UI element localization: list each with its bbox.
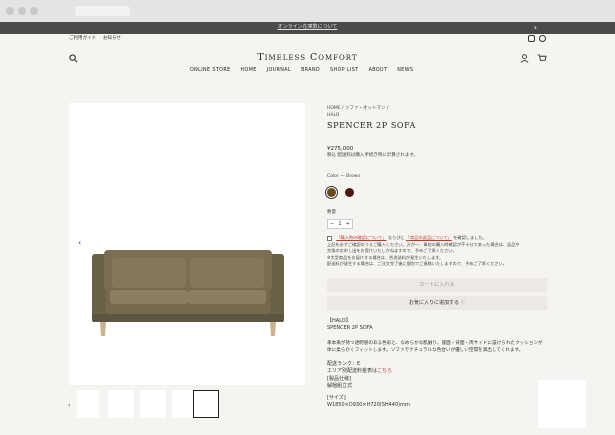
brand-name[interactable]: HALO <box>327 112 549 119</box>
search-icon[interactable] <box>69 54 78 65</box>
nav-item-home[interactable]: HOME <box>241 68 257 73</box>
gallery-prev-arrow-icon[interactable]: ‹ <box>78 238 81 247</box>
consent-mid-text: ならびに <box>386 235 406 240</box>
description-name: SPENCER 2P SOFA <box>327 325 373 331</box>
breadcrumb[interactable]: HOME / ソファ・オットマン / <box>327 105 549 112</box>
size-label: [サイズ] <box>327 394 346 401</box>
cart-icon[interactable] <box>537 54 547 65</box>
account-icon[interactable] <box>520 54 529 65</box>
thumbnail[interactable] <box>77 390 99 418</box>
add-to-cart-button[interactable]: カートに入れる <box>327 277 547 292</box>
window-maximize-dot[interactable] <box>30 7 38 15</box>
announcement-bar: オンライン在庫数について › <box>0 22 615 34</box>
description-line: 革本来が持つ透明感のある色彩と、なめらかな肌触り。座面・背面・両サイドに設けられ… <box>327 340 543 346</box>
delivery-area-text: エリア別配送料金表は <box>327 368 378 374</box>
instagram-icon[interactable] <box>528 35 535 42</box>
product-title: SPENCER 2P SOFA <box>327 121 416 130</box>
nav-item-news[interactable]: NEWS <box>397 68 413 73</box>
spec-value: 解梱組立式 <box>327 383 353 389</box>
nav-item-brand[interactable]: BRAND <box>301 68 320 73</box>
product-main-image[interactable] <box>69 103 305 385</box>
description-brand: 【HALO】 <box>327 317 351 324</box>
nav-item-shop-list[interactable]: SHOP LIST <box>330 68 359 73</box>
add-to-favorites-button[interactable]: お気に入りに追加する ♡ <box>327 295 547 310</box>
nav-item-about[interactable]: ABOUT <box>369 68 388 73</box>
swatch-dark-brown[interactable] <box>345 188 355 197</box>
color-label-row: Color — Brown <box>327 174 361 179</box>
consent-checkbox[interactable] <box>327 235 332 241</box>
main-nav: ONLINE STORE HOME JOURNAL BRAND SHOP LIS… <box>190 68 413 73</box>
consent-notice: 「購入時の確認について」 ならびに 「商品の返品について」 を確認しました。 上… <box>327 235 549 268</box>
quantity-stepper: − 1 + <box>327 219 353 229</box>
chat-widget[interactable] <box>538 380 586 428</box>
page: オンライン在庫数について › ご利用ガイド お知らせ Timeless Comf… <box>0 0 615 435</box>
news-link[interactable]: お知らせ <box>103 35 121 41</box>
guide-link[interactable]: ご利用ガイド <box>69 35 96 41</box>
qty-value[interactable]: 1 <box>338 221 341 227</box>
delivery-rank: 配送ランク：E <box>327 360 361 367</box>
nav-item-journal[interactable]: JOURNAL <box>267 68 291 73</box>
consent-end-text: を確認しました。 <box>451 235 487 240</box>
notice-line: 配送料が発生する場合は、ご注文完了後に個別でご連絡いたしますので、予めご了承くだ… <box>327 261 507 266</box>
swatch-row <box>327 182 549 201</box>
announcement-link[interactable]: オンライン在庫数について <box>0 23 615 30</box>
window-close-dot[interactable] <box>6 7 14 15</box>
delivery-area-row: エリア別配送料金表はこちら <box>327 368 549 376</box>
spec-label: [製品仕様] <box>327 375 351 382</box>
tax-note: 税込 配送料は購入手続き時に計算されます。 <box>327 153 418 158</box>
qty-label: 数量 <box>327 210 336 215</box>
delivery-rates-link[interactable]: こちら <box>377 368 392 374</box>
window-minimize-dot[interactable] <box>18 7 26 15</box>
product-info: HOME / ソファ・オットマン / HALO SPENCER 2P SOFA … <box>327 105 549 410</box>
address-bar[interactable] <box>75 6 130 16</box>
qty-plus-button[interactable]: + <box>346 221 350 227</box>
color-value: Brown <box>346 174 361 179</box>
sofa-image <box>92 250 284 336</box>
announcement-next-arrow-icon[interactable]: › <box>534 22 537 34</box>
description-line: 体に柔らかくフィットします。ソファでナチュラルな色合いが優しい空間を演出してくれ… <box>327 348 524 353</box>
browser-chrome <box>0 0 615 22</box>
purchase-confirm-link[interactable]: 「購入時の確認について」 <box>336 235 386 240</box>
thumbnail-active[interactable] <box>193 390 219 418</box>
nav-item-online-store[interactable]: ONLINE STORE <box>190 68 231 73</box>
size-value: W1850×D930×H720(SH440)mm <box>327 402 410 408</box>
qty-minus-button[interactable]: − <box>330 221 334 227</box>
return-policy-link[interactable]: 「商品の返品について」 <box>406 235 452 240</box>
thumbnail[interactable] <box>108 390 134 418</box>
color-label: Color <box>327 174 339 179</box>
swatch-brown[interactable] <box>327 188 336 197</box>
line-icon[interactable] <box>539 35 546 42</box>
thumbnail[interactable] <box>140 390 166 418</box>
thumbs-prev-arrow-icon[interactable]: ‹ <box>68 402 70 409</box>
